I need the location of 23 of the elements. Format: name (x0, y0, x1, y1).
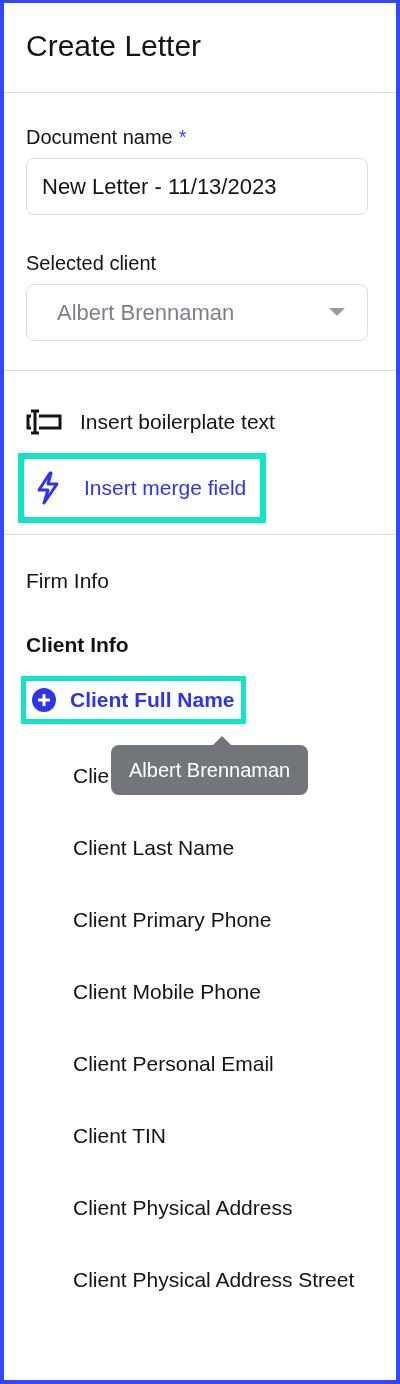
field-label: Document name (26, 126, 173, 148)
caret-icon (329, 308, 345, 317)
merge-field-item[interactable]: Client Mobile Phone (73, 978, 261, 1006)
plus-circle-icon (32, 688, 56, 712)
tooltip-arrow (213, 736, 231, 745)
merge-field-item[interactable]: Client Physical Address (73, 1194, 293, 1222)
required-mark: * (178, 126, 187, 148)
merge-field-item[interactable]: Client Physical Address Street (73, 1266, 355, 1294)
merge-field-item[interactable]: Client Last Name (73, 834, 235, 862)
group-heading[interactable]: Client Info (26, 632, 129, 658)
group-heading[interactable]: Firm Info (26, 568, 109, 594)
tooltip: Albert Brennaman (111, 745, 309, 795)
merge-field-item[interactable]: Client Full Name (26, 681, 241, 719)
text-cursor-icon (26, 409, 62, 435)
field-label: Selected client (26, 251, 158, 275)
input-field[interactable]: New Letter - 11/13/2023 (26, 158, 368, 215)
action-link[interactable]: Insert merge field (24, 459, 261, 517)
merge-field-item[interactable]: Clie (73, 762, 110, 790)
merge-field-item[interactable]: Client Primary Phone (73, 906, 272, 934)
action-link[interactable]: Insert boilerplate text (26, 405, 275, 439)
merge-field-item[interactable]: Client TIN (73, 1122, 166, 1150)
page-title: Create Letter (26, 28, 203, 64)
merge-field-item[interactable]: Client Personal Email (73, 1050, 274, 1078)
